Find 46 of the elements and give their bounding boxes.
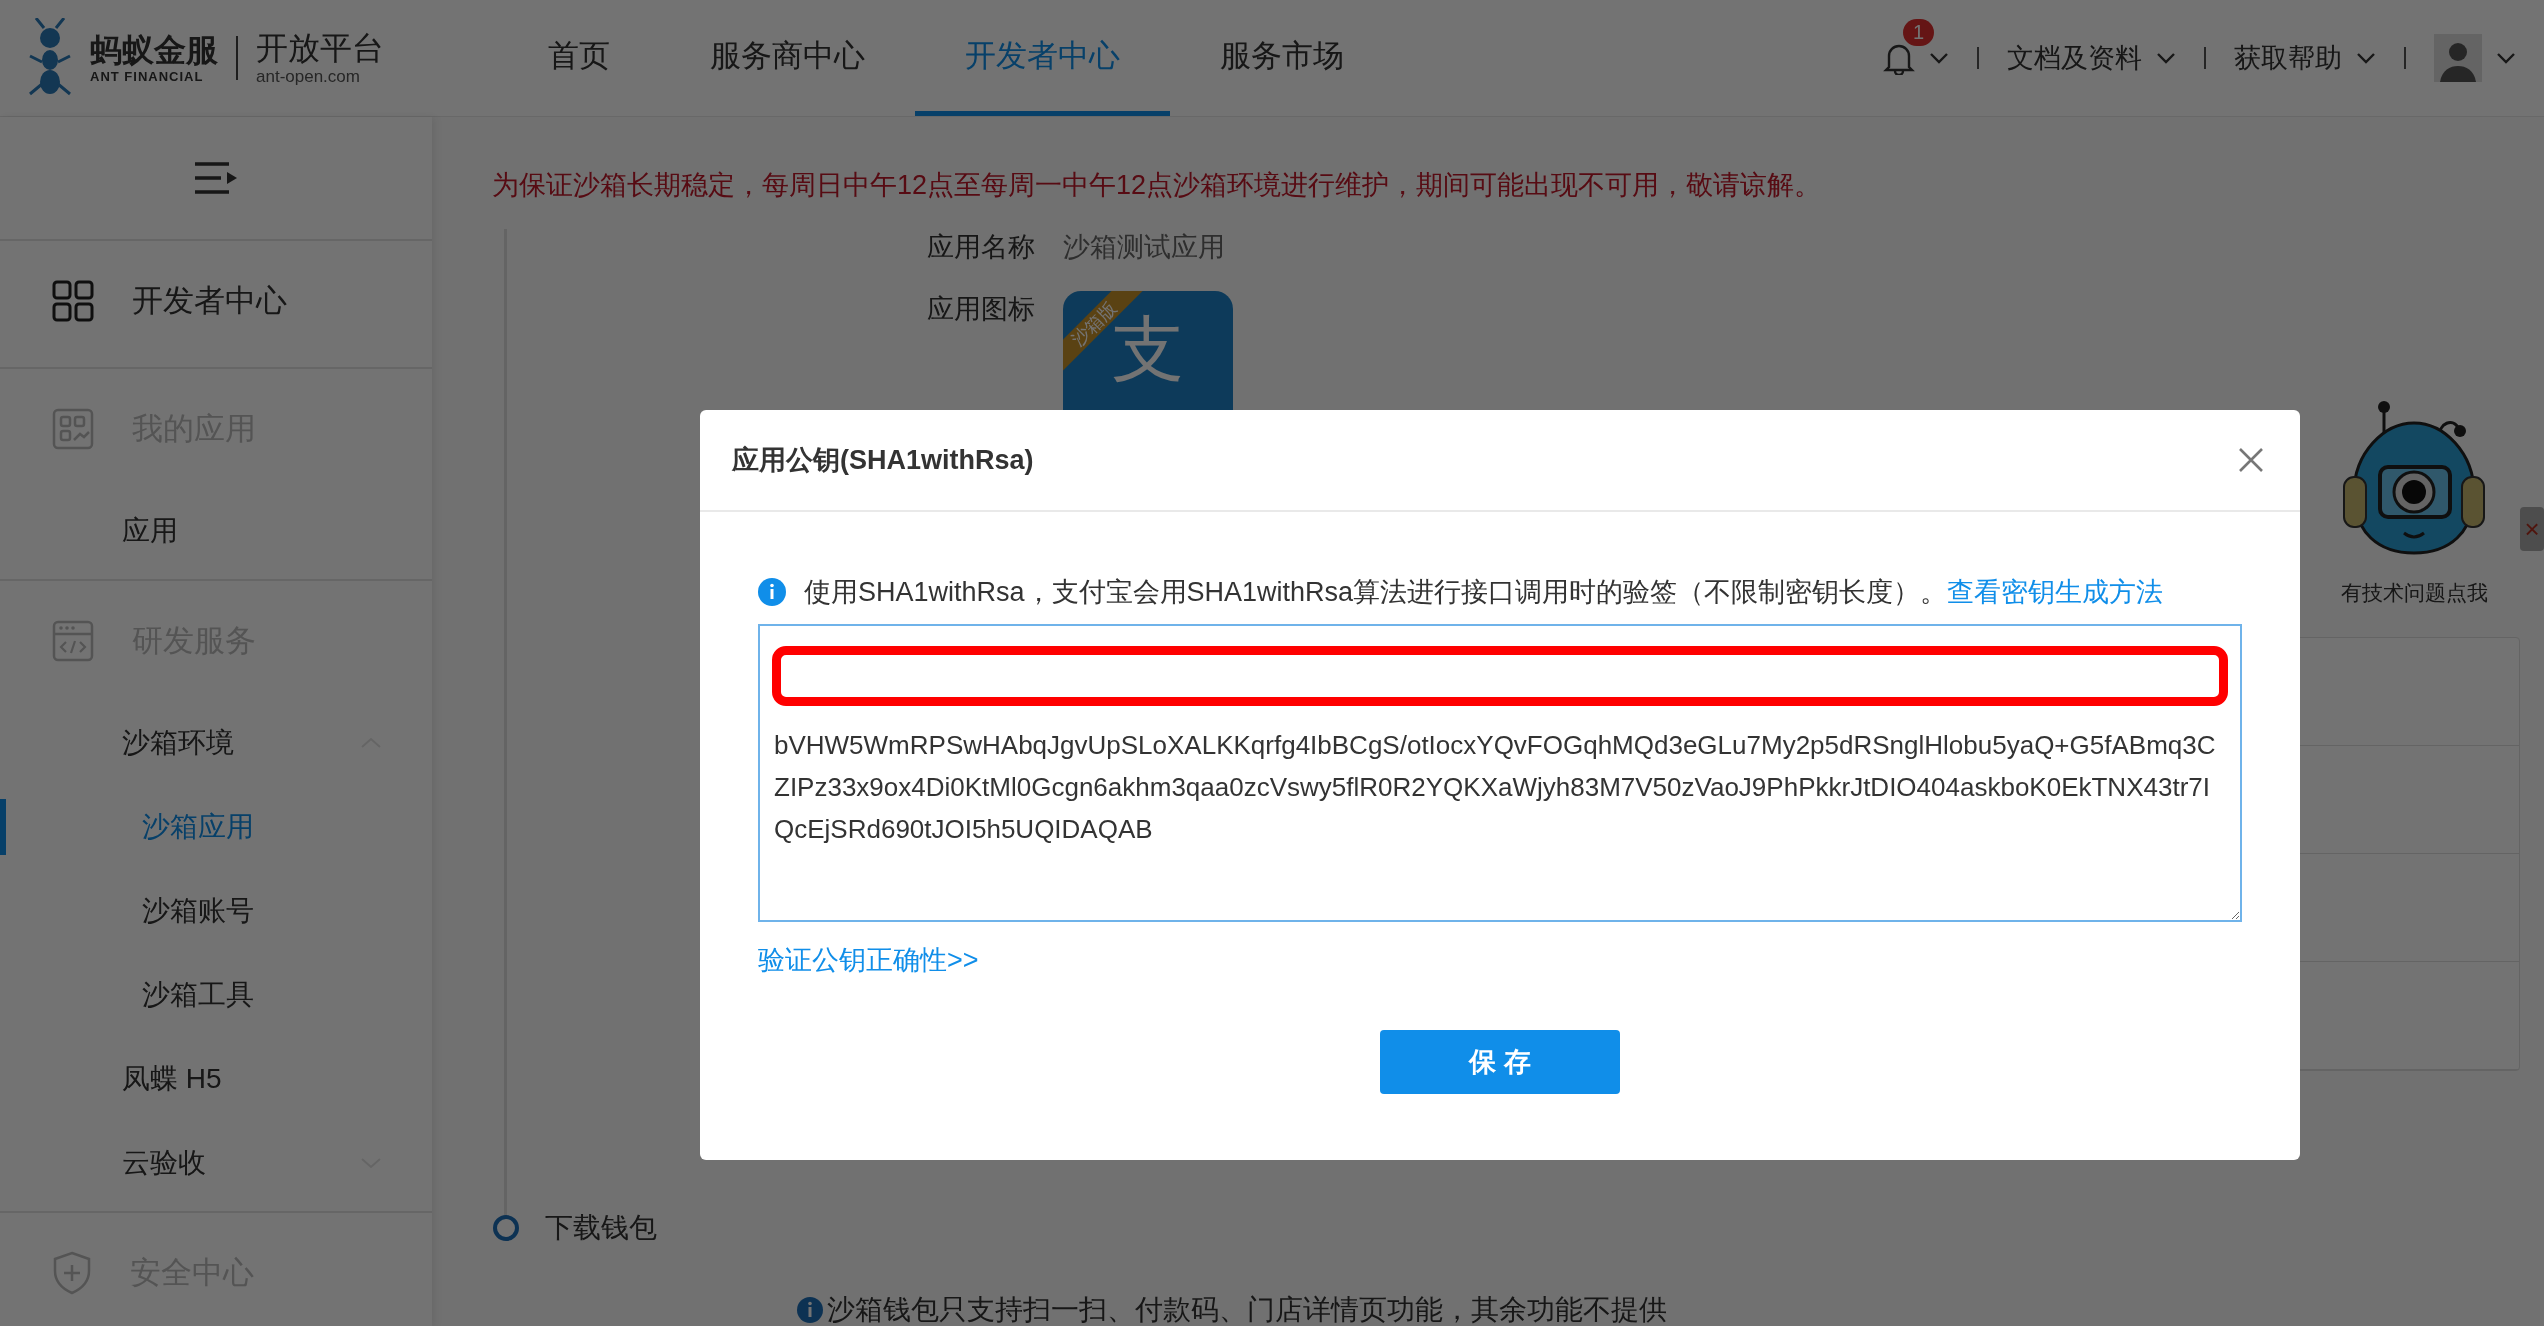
nav-tab[interactable]: 开发者中心 [915,0,1170,116]
brand-subtitle: ANT FINANCIAL [90,69,205,83]
apps-icon [52,408,94,450]
chevron-down-icon [2356,52,2376,64]
save-button[interactable]: 保 存 [1380,1030,1620,1094]
sidebar-item[interactable]: 凤蝶 H5 [0,1037,432,1121]
shield-icon [52,1251,92,1295]
sidebar-group-title[interactable]: 开发者中心 [132,280,287,322]
close-icon [2238,447,2264,473]
modal-title: 应用公钥(SHA1withRsa) [732,444,1034,477]
brand-name: 蚂蚁金服 [90,33,218,66]
field-label: 应用名称 [927,231,1035,264]
wallet-note: 沙箱钱包只支持扫一扫、付款码、门店详情页功能，其余功能不提供 [827,1293,1667,1326]
info-text: 使用SHA1withRsa，支付宝会用SHA1withRsa算法进行接口调用时的验签（不限制密钥长度）。查看密钥生成方法 [804,576,2164,609]
code-window-icon [52,620,94,662]
chevron-down-icon [2496,52,2516,64]
sidebar-item[interactable]: 沙箱工具 [0,953,432,1037]
sidebar-item[interactable]: 沙箱环境 [0,701,432,785]
maintenance-notice: 为保证沙箱长期稳定，每周日中午12点至每周一中午12点沙箱环境进行维护，期间可能出现不可用，敬请谅解。 [492,169,1823,202]
platform-domain: ant-open.com [256,67,361,85]
sidebar-item[interactable]: 沙箱应用 [0,785,432,869]
grid-icon [52,280,94,322]
helper-label[interactable]: 有技术问题点我 [2340,579,2488,607]
chevron-down-icon [1929,52,1949,64]
menu-icon[interactable] [193,161,239,195]
sidebar-item[interactable]: 沙箱账号 [0,869,432,953]
step-dot [493,1215,519,1241]
platform-name: 开放平台 [256,31,384,64]
avatar-silhouette-icon[interactable] [2434,34,2482,82]
key-generation-link[interactable]: 查看密钥生成方法 [1947,577,2164,607]
nav-tab[interactable]: 首页 [498,0,660,116]
field-value: 沙箱测试应用 [1063,231,1225,264]
sidebar-item[interactable]: 云验收 [0,1121,432,1205]
sidebar-item[interactable]: 应用 [0,489,432,573]
info-icon [797,1297,823,1323]
step-label: 下载钱包 [545,1211,657,1245]
field-label: 应用图标 [927,293,1035,326]
header-menu[interactable]: 文档及资料 [2007,40,2176,76]
ant-logo-icon [28,18,72,98]
chevron-down-icon [2156,52,2176,64]
nav-tab[interactable]: 服务商中心 [660,0,915,116]
nav-tab[interactable]: 服务市场 [1170,0,1394,116]
info-icon [758,578,786,606]
notification-badge: 1 [1903,19,1935,46]
header-menu[interactable]: 获取帮助 [2234,40,2376,76]
verify-key-link[interactable]: 验证公钥正确性>> [758,942,979,978]
